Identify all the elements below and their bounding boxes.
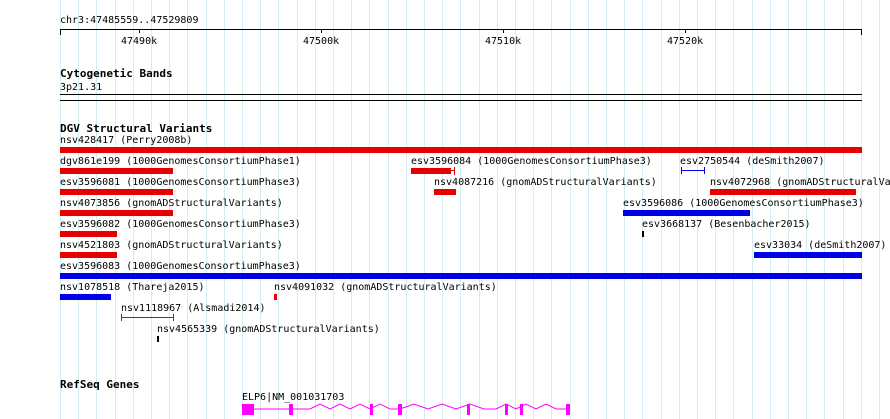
gene-exon — [520, 404, 523, 415]
track-viewer: chr3:47485559..47529809 47490k 47500k 47… — [0, 0, 890, 419]
gene-exon — [242, 404, 254, 415]
gene-exon — [289, 404, 293, 415]
gene-exon — [505, 404, 508, 415]
gene-exon — [370, 404, 373, 415]
gene-exon — [566, 404, 570, 415]
gene-exon — [398, 404, 402, 415]
gene-model[interactable] — [0, 0, 890, 419]
gene-exon — [467, 404, 470, 415]
